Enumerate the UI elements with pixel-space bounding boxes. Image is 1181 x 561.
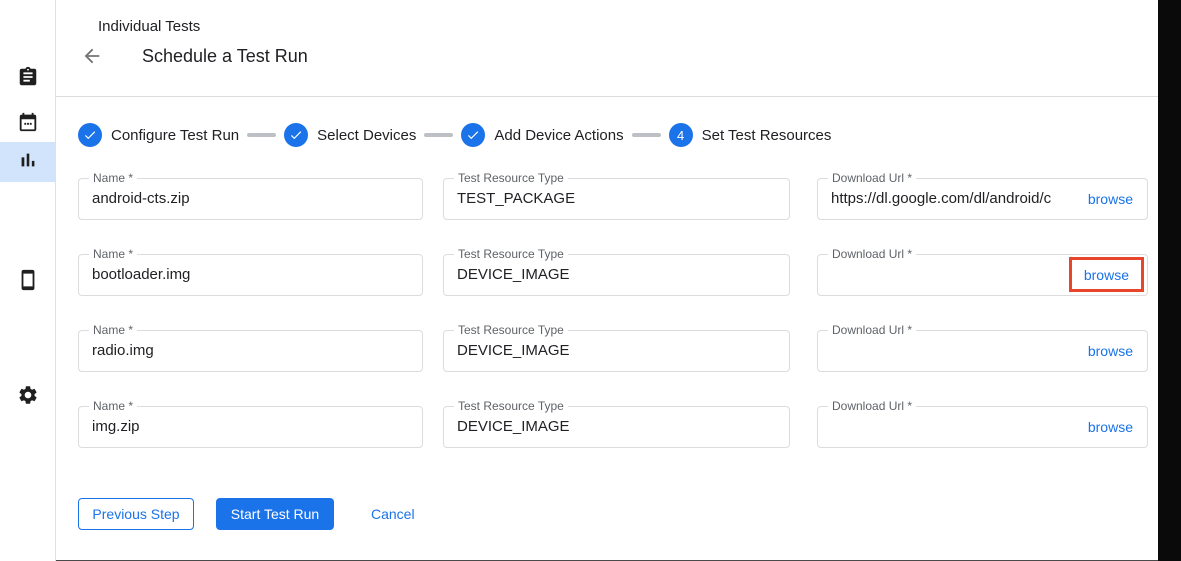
step-complete-check-icon: [461, 123, 485, 147]
browse-highlight-box: browse: [1069, 257, 1144, 292]
back-arrow-icon[interactable]: [80, 44, 104, 68]
step-connector: [632, 133, 661, 137]
resource-type-value[interactable]: TEST_PACKAGE: [444, 179, 789, 219]
download-url-value[interactable]: [818, 331, 1074, 371]
name-field[interactable]: Name * bootloader.img: [78, 254, 423, 296]
resource-type-label: Test Resource Type: [454, 323, 568, 337]
cancel-button[interactable]: Cancel: [371, 498, 415, 530]
step-connector: [247, 133, 276, 137]
start-test-run-button[interactable]: Start Test Run: [216, 498, 334, 530]
download-url-label: Download Url *: [828, 323, 916, 337]
resource-type-value[interactable]: DEVICE_IMAGE: [444, 407, 789, 447]
devices-phone-icon: [17, 269, 39, 296]
form-actions: Previous Step Start Test Run Cancel: [78, 498, 1158, 530]
step-label: Configure Test Run: [111, 127, 239, 144]
name-field-label: Name *: [89, 399, 137, 413]
sidebar: [0, 0, 56, 561]
sidebar-item-plans[interactable]: [0, 104, 55, 144]
step-configure-test-run[interactable]: Configure Test Run: [78, 123, 239, 147]
download-url-field[interactable]: Download Url * https://dl.google.com/dl/…: [817, 178, 1148, 220]
sidebar-item-settings[interactable]: [0, 377, 55, 417]
step-complete-check-icon: [78, 123, 102, 147]
name-field-value[interactable]: radio.img: [79, 331, 422, 371]
name-field[interactable]: Name * img.zip: [78, 406, 423, 448]
download-url-label: Download Url *: [828, 171, 916, 185]
step-label: Set Test Resources: [702, 127, 832, 144]
stepper: Configure Test Run Select Devices Add De…: [78, 123, 1158, 147]
resource-type-value[interactable]: DEVICE_IMAGE: [444, 255, 789, 295]
download-url-label: Download Url *: [828, 399, 916, 413]
name-field[interactable]: Name * android-cts.zip: [78, 178, 423, 220]
download-url-value[interactable]: [818, 407, 1074, 447]
name-field-label: Name *: [89, 171, 137, 185]
app-window: Individual Tests Schedule a Test Run Con…: [0, 0, 1181, 561]
download-url-field[interactable]: Download Url * browse: [817, 254, 1148, 296]
resource-row: Name * android-cts.zip Test Resource Typ…: [78, 178, 1158, 220]
name-field-label: Name *: [89, 323, 137, 337]
resource-row: Name * bootloader.img Test Resource Type…: [78, 254, 1158, 296]
main-content: Individual Tests Schedule a Test Run Con…: [56, 0, 1158, 561]
settings-gear-icon: [17, 384, 39, 411]
resource-row: Name * radio.img Test Resource Type DEVI…: [78, 330, 1158, 372]
name-field-value[interactable]: bootloader.img: [79, 255, 422, 295]
download-url-field[interactable]: Download Url * browse: [817, 330, 1148, 372]
browse-wrap: browse: [1074, 407, 1147, 447]
page-header: Individual Tests Schedule a Test Run: [56, 0, 1158, 97]
download-url-field[interactable]: Download Url * browse: [817, 406, 1148, 448]
previous-step-button[interactable]: Previous Step: [78, 498, 194, 530]
resource-type-value[interactable]: DEVICE_IMAGE: [444, 331, 789, 371]
test-resources-form: Name * android-cts.zip Test Resource Typ…: [78, 178, 1158, 448]
resource-type-label: Test Resource Type: [454, 171, 568, 185]
step-complete-check-icon: [284, 123, 308, 147]
step-label: Add Device Actions: [494, 127, 623, 144]
name-field[interactable]: Name * radio.img: [78, 330, 423, 372]
sidebar-item-devices[interactable]: [0, 262, 55, 302]
step-connector: [424, 133, 453, 137]
test-results-bar-chart-icon: [17, 149, 39, 176]
browse-link[interactable]: browse: [1088, 343, 1133, 359]
browse-link[interactable]: browse: [1088, 191, 1133, 207]
name-field-value[interactable]: android-cts.zip: [79, 179, 422, 219]
name-field-value[interactable]: img.zip: [79, 407, 422, 447]
browse-link[interactable]: browse: [1084, 267, 1129, 283]
browse-wrap: browse: [1074, 179, 1147, 219]
page-title: Schedule a Test Run: [142, 46, 308, 67]
window-edge-strip: [1158, 0, 1181, 561]
test-plans-calendar-icon: [17, 111, 39, 138]
resource-type-field[interactable]: Test Resource Type TEST_PACKAGE: [443, 178, 790, 220]
resource-type-field[interactable]: Test Resource Type DEVICE_IMAGE: [443, 406, 790, 448]
step-set-test-resources[interactable]: 4 Set Test Resources: [669, 123, 832, 147]
tests-clipboard-icon: [17, 66, 39, 93]
breadcrumb: Individual Tests: [98, 18, 200, 35]
resource-type-field[interactable]: Test Resource Type DEVICE_IMAGE: [443, 330, 790, 372]
resource-row: Name * img.zip Test Resource Type DEVICE…: [78, 406, 1158, 448]
browse-link[interactable]: browse: [1088, 419, 1133, 435]
name-field-label: Name *: [89, 247, 137, 261]
step-label: Select Devices: [317, 127, 416, 144]
resource-type-label: Test Resource Type: [454, 247, 568, 261]
resource-type-field[interactable]: Test Resource Type DEVICE_IMAGE: [443, 254, 790, 296]
resource-type-label: Test Resource Type: [454, 399, 568, 413]
download-url-value[interactable]: https://dl.google.com/dl/android/c: [818, 179, 1074, 219]
sidebar-item-tests[interactable]: [0, 59, 55, 99]
sidebar-item-results[interactable]: [0, 142, 55, 182]
step-add-device-actions[interactable]: Add Device Actions: [461, 123, 623, 147]
download-url-label: Download Url *: [828, 247, 916, 261]
step-number-badge: 4: [669, 123, 693, 147]
step-select-devices[interactable]: Select Devices: [284, 123, 416, 147]
browse-wrap: browse: [1074, 331, 1147, 371]
